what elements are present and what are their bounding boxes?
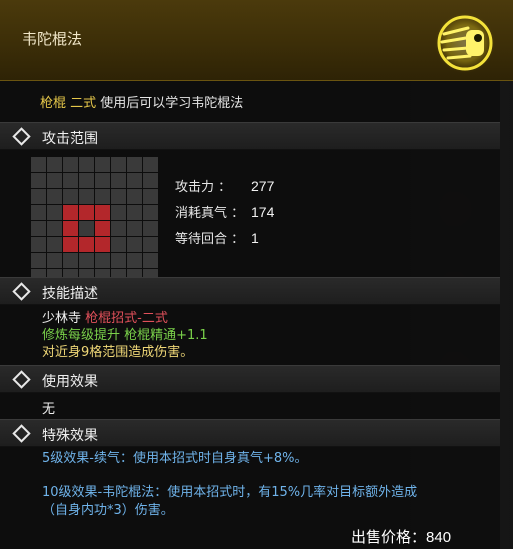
- fist-skill-icon: [435, 13, 495, 73]
- range-cell: [47, 253, 62, 268]
- section-use-effect: 使用效果: [0, 365, 500, 393]
- range-cell: [31, 237, 46, 252]
- range-cell-active: [79, 205, 94, 220]
- range-cell: [143, 189, 158, 204]
- diamond-icon: [12, 370, 31, 389]
- range-cell: [143, 205, 158, 220]
- section-attack-range: 攻击范围: [0, 122, 500, 150]
- range-cell: [47, 157, 62, 172]
- stat-row-attack: 攻击力 ： 277: [175, 176, 274, 202]
- range-cell: [127, 157, 142, 172]
- stat-value: 277: [251, 178, 275, 194]
- effect-text: 对近身9格范围造成伤害。: [42, 345, 194, 360]
- section-skill-desc: 技能描述: [0, 277, 500, 305]
- range-cell: [79, 173, 94, 188]
- range-cell: [127, 237, 142, 252]
- range-cell: [127, 173, 142, 188]
- range-cell: [95, 157, 110, 172]
- range-cell-active: [79, 237, 94, 252]
- weapon-style: 枪棍 二式: [40, 96, 97, 111]
- range-cell: [143, 221, 158, 236]
- section-special-effect: 特殊效果: [0, 419, 500, 447]
- price-label: 出售价格：: [351, 528, 427, 546]
- range-cell: [127, 205, 142, 220]
- range-cell: [31, 157, 46, 172]
- stat-label: 攻击力 ：: [175, 180, 232, 195]
- range-cell: [143, 237, 158, 252]
- diamond-icon: [12, 424, 31, 443]
- range-cell-active: [95, 237, 110, 252]
- section-title: 使用效果: [42, 374, 98, 390]
- tooltip-header: 韦陀棍法: [0, 0, 513, 81]
- section-title: 技能描述: [42, 286, 98, 302]
- range-cell-active: [95, 221, 110, 236]
- stat-label: 等待回合 ：: [175, 232, 245, 247]
- range-cell: [31, 253, 46, 268]
- section-title: 攻击范围: [42, 131, 98, 147]
- range-cell-active: [63, 205, 78, 220]
- skill-description: 少林寺 枪棍招式-二式 修炼每级提升 枪棍精通+1.1 对近身9格范围造成伤害。: [42, 310, 208, 361]
- range-cell: [47, 237, 62, 252]
- range-cell: [47, 189, 62, 204]
- sell-price: 出售价格：840: [351, 526, 451, 547]
- range-cell: [31, 205, 46, 220]
- special-effect-level5: 5级效果-续气：使用本招式时自身真气+8%。: [42, 451, 308, 466]
- use-effect-text: 无: [42, 402, 56, 417]
- range-cell: [111, 157, 126, 172]
- special-effects: 5级效果-续气：使用本招式时自身真气+8%。 10级效果-韦陀棍法：使用本招式时…: [42, 450, 417, 520]
- skill-title: 韦陀棍法: [22, 30, 83, 48]
- stat-label: 消耗真气 ：: [175, 206, 245, 221]
- range-cell: [47, 221, 62, 236]
- training-bonus: 修炼每级提升 枪棍精通+1.1: [42, 328, 208, 343]
- price-value: 840: [426, 529, 452, 546]
- diamond-icon: [12, 282, 31, 301]
- range-cell: [111, 253, 126, 268]
- range-cell: [95, 189, 110, 204]
- style-name: 枪棍招式-二式: [85, 311, 168, 326]
- range-cell: [95, 173, 110, 188]
- range-cell: [111, 173, 126, 188]
- range-cell: [63, 253, 78, 268]
- range-cell: [47, 205, 62, 220]
- range-cell: [111, 221, 126, 236]
- sect-name: 少林寺: [42, 311, 86, 326]
- range-cell: [63, 189, 78, 204]
- range-cell: [127, 189, 142, 204]
- stat-row-energy: 消耗真气 ： 174: [175, 202, 274, 228]
- skill-intro: 枪棍 二式 使用后可以学习韦陀棍法: [40, 92, 243, 111]
- range-cell: [63, 173, 78, 188]
- special-effect-level10: 10级效果-韦陀棍法：使用本招式时，有15%几率对目标额外造成: [42, 485, 418, 500]
- range-cell: [31, 221, 46, 236]
- range-cell: [143, 173, 158, 188]
- stat-value: 174: [251, 204, 275, 220]
- section-title: 特殊效果: [42, 428, 98, 444]
- range-cell: [127, 253, 142, 268]
- range-cell: [111, 205, 126, 220]
- range-cell: [47, 173, 62, 188]
- range-cell: [79, 221, 94, 236]
- range-cell-active: [63, 237, 78, 252]
- stat-value: 1: [251, 230, 259, 246]
- range-cell: [95, 253, 110, 268]
- special-effect-level10-cont: （自身内功*3）伤害。: [42, 503, 174, 518]
- skill-stats: 攻击力 ： 277 消耗真气 ： 174 等待回合 ： 1: [175, 176, 274, 254]
- intro-text: 使用后可以学习韦陀棍法: [96, 96, 244, 111]
- stat-row-wait: 等待回合 ： 1: [175, 228, 274, 254]
- range-cell: [111, 189, 126, 204]
- range-cell: [79, 253, 94, 268]
- range-cell: [63, 157, 78, 172]
- range-cell-active: [63, 221, 78, 236]
- range-cell: [79, 189, 94, 204]
- range-cell: [143, 253, 158, 268]
- range-cell: [31, 189, 46, 204]
- range-cell-active: [95, 205, 110, 220]
- range-cell: [31, 173, 46, 188]
- range-cell: [79, 157, 94, 172]
- range-cell: [111, 237, 126, 252]
- diamond-icon: [12, 127, 31, 146]
- range-cell: [127, 221, 142, 236]
- attack-range-grid: [31, 157, 158, 284]
- range-cell: [143, 157, 158, 172]
